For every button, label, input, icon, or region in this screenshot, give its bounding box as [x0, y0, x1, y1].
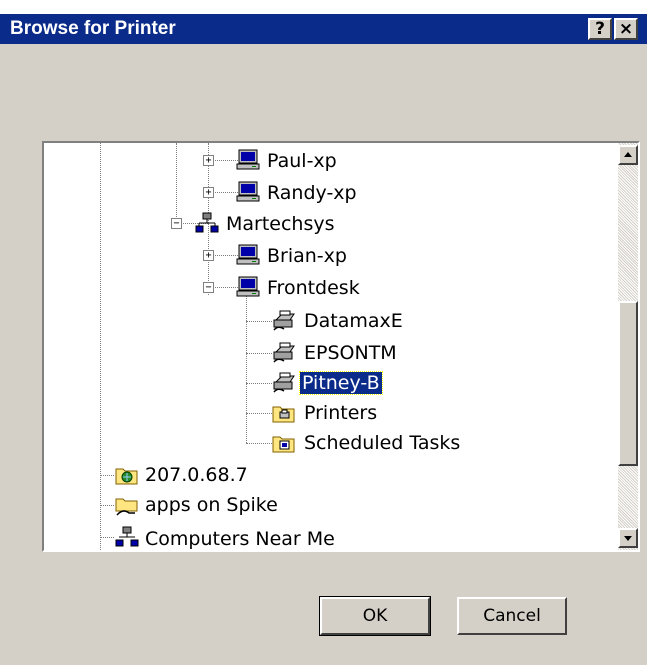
network-folder-icon — [115, 468, 138, 485]
tree-item-frontdesk[interactable]: Frontdesk — [265, 277, 362, 299]
tree-line — [246, 353, 272, 354]
tree-item-brian-xp[interactable]: Brian-xp — [265, 245, 349, 267]
dialog-body: + Paul-xp + Randy-xp − Martechsys + Bria… — [0, 44, 647, 665]
window-title: Browse for Printer — [10, 18, 176, 39]
arrow-up-icon — [624, 152, 632, 157]
tree-item-computers-near-me[interactable]: Computers Near Me — [143, 528, 337, 550]
tree-item-printers[interactable]: Printers — [302, 402, 379, 424]
computer-icon — [236, 181, 260, 202]
computer-icon — [236, 276, 260, 297]
scroll-down-button[interactable] — [618, 528, 638, 548]
tree-line — [176, 143, 177, 223]
tree-line — [100, 537, 114, 538]
workgroup-icon — [195, 212, 219, 233]
tree-item-207-0-68-7[interactable]: 207.0.68.7 — [143, 464, 250, 486]
tree-line — [246, 295, 247, 443]
printer-tree[interactable]: + Paul-xp + Randy-xp − Martechsys + Bria… — [42, 141, 640, 552]
tree-item-martechsys[interactable]: Martechsys — [224, 213, 337, 235]
computer-icon — [236, 244, 260, 265]
tree-item-scheduled-tasks[interactable]: Scheduled Tasks — [302, 432, 462, 454]
collapse-toggle[interactable]: − — [203, 282, 214, 293]
tree-item-apps-on-spike[interactable]: apps on Spike — [143, 494, 280, 516]
arrow-down-icon — [624, 536, 632, 541]
scheduled-tasks-folder-icon — [272, 436, 295, 453]
tree-line — [100, 475, 114, 476]
expand-toggle[interactable]: + — [203, 250, 214, 261]
printers-folder-icon — [272, 406, 295, 423]
tree-line — [246, 413, 272, 414]
scroll-thumb[interactable] — [618, 301, 638, 466]
tree-item-epsontm[interactable]: EPSONTM — [302, 342, 399, 364]
tree-line — [246, 443, 272, 444]
tree-item-pitney-b[interactable]: Pitney-B — [299, 371, 383, 395]
collapse-toggle[interactable]: − — [171, 218, 182, 229]
shared-printer-icon — [273, 342, 295, 363]
tree-item-datamaxe[interactable]: DatamaxE — [302, 310, 405, 332]
close-button[interactable]: × — [614, 18, 638, 40]
expand-toggle[interactable]: + — [203, 187, 214, 198]
tree-line — [246, 321, 272, 322]
help-button[interactable]: ? — [588, 18, 612, 40]
scroll-up-button[interactable] — [618, 145, 638, 165]
tree-item-paul-xp[interactable]: Paul-xp — [265, 150, 339, 172]
title-bar[interactable]: Browse for Printer ? × — [0, 14, 647, 44]
computer-icon — [236, 149, 260, 170]
vertical-scrollbar[interactable] — [618, 143, 638, 550]
tree-line — [100, 143, 101, 550]
computers-near-me-icon — [115, 526, 139, 547]
tree-line — [246, 383, 272, 384]
shared-folder-icon — [115, 498, 138, 516]
expand-toggle[interactable]: + — [203, 155, 214, 166]
shared-printer-icon — [273, 310, 295, 331]
shared-printer-icon — [273, 372, 295, 393]
cancel-button[interactable]: Cancel — [457, 597, 567, 635]
ok-button[interactable]: OK — [319, 596, 431, 636]
tree-item-randy-xp[interactable]: Randy-xp — [265, 182, 359, 204]
tree-line — [100, 505, 114, 506]
